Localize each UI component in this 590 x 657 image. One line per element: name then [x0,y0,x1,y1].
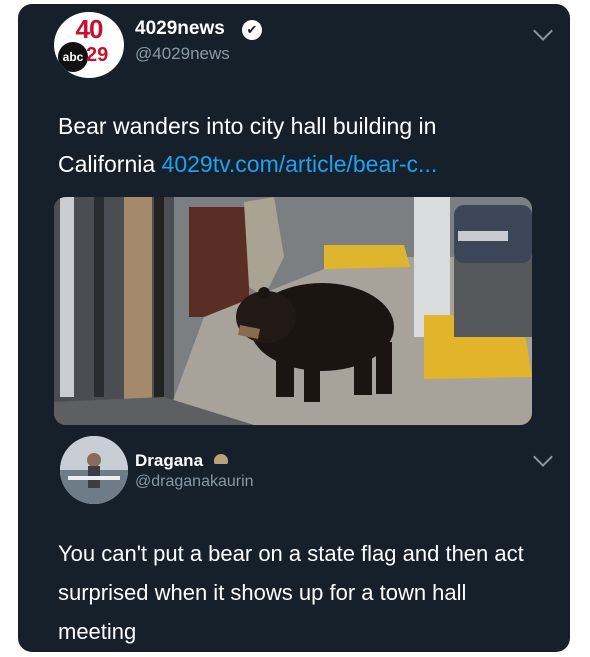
tweet-media-image[interactable] [54,197,532,425]
reply-avatar[interactable] [60,436,128,504]
reply-avatar-photo [60,436,128,504]
reply-text: You can't put a bear on a state flag and… [58,541,524,644]
reply-user-handle[interactable]: @draganakaurin [135,473,254,491]
display-name[interactable]: 4029news [135,18,225,40]
wing-icon [214,454,228,464]
logo-number: 40 [75,14,104,44]
chevron-down-icon[interactable] [533,21,553,41]
user-handle[interactable]: @4029news [135,44,230,64]
logo-network: abc [58,42,88,72]
verified-icon: ✔ [242,20,262,40]
tweet-text: Bear wanders into city hall building in … [58,107,538,183]
logo-channel: 29 [86,44,109,66]
chevron-down-icon[interactable] [533,447,553,467]
avatar[interactable]: 40 abc 29 [54,12,124,78]
tweet-card: 40 abc 29 4029news ✔ @4029news Bear wand… [18,4,570,652]
reply-display-name[interactable]: Dragana [135,451,203,471]
article-link[interactable]: 4029tv.com/article/bear-c... [162,151,438,177]
bear-photo [54,197,532,425]
